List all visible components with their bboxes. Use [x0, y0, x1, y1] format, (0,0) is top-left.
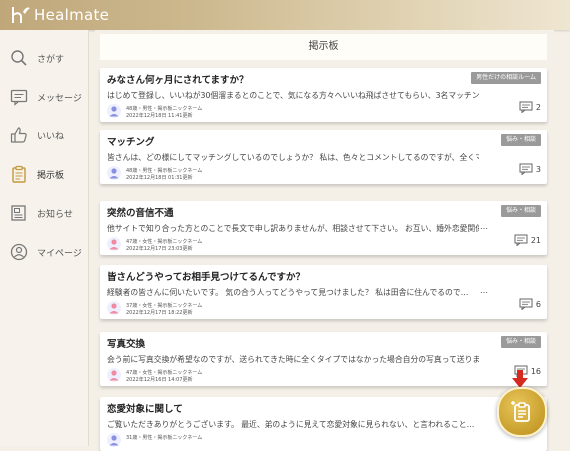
arrow-down-icon [512, 370, 528, 388]
post-title[interactable]: 突然の音信不通 [107, 205, 174, 219]
post-card[interactable]: 皆さんどうやってお相手見つけてるんですか？ 経験者の皆さんに伺いたいです。 気の合… [100, 265, 547, 319]
post-updated-at: 2022年12月16日 14:07更新 [126, 377, 193, 383]
post-updated-at: 2022年12月18日 01:31更新 [126, 175, 193, 181]
sidebar: さがす メッセージ いいね 掲示板 お知らせ マイページ [0, 30, 89, 446]
avatar-icon [107, 301, 121, 315]
post-title[interactable]: マッチング [107, 134, 155, 148]
post-updated-at: 2022年12月17日 23:03更新 [126, 246, 193, 252]
comment-icon [519, 298, 533, 310]
board-icon [12, 165, 26, 183]
post-title[interactable]: みなさん何ヶ月にされてますか？ [107, 72, 249, 86]
sidebar-item-mypage[interactable]: マイページ [10, 241, 88, 263]
new-post-icon [511, 401, 530, 422]
post-excerpt: はじめて登録し、いいねが30個溜まるとのことで、気になる方々へいいね飛ばさせても… [107, 91, 479, 100]
category-badge: 悩み・相談 [500, 205, 541, 217]
post-author: 31歳・男性・掲示板ニックネーム [126, 435, 203, 441]
post-author: 47歳・女性・掲示板ニックネーム [126, 370, 203, 376]
post-card[interactable]: みなさん何ヶ月にされてますか？ 男性だけの相談ルームはじめて登録し、いいねが30個… [100, 68, 547, 122]
new-post-button[interactable] [497, 387, 547, 437]
post-updated-at: 2022年12月18日 11:41更新 [126, 113, 193, 119]
main-content: 掲示板 みなさん何ヶ月にされてますか？ 男性だけの相談ルームはじめて登録し、いいね… [95, 30, 554, 451]
sidebar-item-label: 掲示板 [37, 170, 65, 181]
post-title[interactable]: 写真交換 [107, 336, 145, 350]
sidebar-item-label: お知らせ [37, 209, 73, 220]
category-badge: 悩み・相談 [500, 134, 541, 146]
logo-text: Healmate [34, 6, 110, 24]
sidebar-item-label: さがす [37, 54, 65, 65]
post-updated-at: 2022年12月17日 18:22更新 [126, 310, 193, 316]
post-author: 37歳・女性・掲示板ニックネーム [126, 303, 203, 309]
excerpt-ellipsis: … [480, 286, 488, 295]
post-title[interactable]: 恋愛対象に関して [107, 401, 183, 415]
comment-count: 6 [519, 298, 541, 310]
avatar-icon [107, 104, 121, 118]
post-excerpt: 会う前に写真交換が希望なのですが、送られてきた時に全くタイプではなかった場合自分… [107, 355, 479, 364]
comment-count-value: 21 [530, 235, 541, 245]
sidebar-item-label: いいね [37, 131, 65, 142]
post-excerpt: 皆さんは、どの様にしてマッチングしているのでしょうか？ 私は、色々とコメントして… [107, 153, 479, 162]
sidebar-item-label: メッセージ [37, 93, 82, 104]
comment-icon [519, 101, 533, 113]
thumbs-up-icon [10, 127, 27, 143]
post-author: 48歳・男性・掲示板ニックネーム [126, 168, 203, 174]
post-card[interactable]: マッチング 悩み・相談皆さんは、どの様にしてマッチングしているのでしょうか？ 私は… [100, 130, 547, 184]
post-author: 47歳・女性・掲示板ニックネーム [126, 239, 203, 245]
avatar-icon [107, 237, 121, 251]
post-card[interactable]: 写真交換 悩み・相談会う前に写真交換が希望なのですが、送られてきた時に全くタイプで… [100, 332, 547, 386]
user-icon [10, 243, 28, 261]
comment-count-value: 6 [535, 299, 541, 309]
comment-count-value: 3 [535, 164, 541, 174]
comment-count-value: 2 [535, 102, 541, 112]
post-excerpt: 経験者の皆さんに伺いたいです。 気の合う人ってどうやって見つけました？ 私は田舎… [107, 288, 469, 297]
title-panel: 掲示板 [100, 34, 547, 60]
avatar-icon [107, 433, 121, 447]
logo-icon [12, 7, 30, 23]
page-title: 掲示板 [308, 41, 339, 52]
newspaper-icon [11, 205, 26, 221]
avatar-icon [107, 368, 121, 382]
post-card[interactable]: 恋愛対象に関してご覧いただきありがとうございます。 最近、弟のように見えて恋愛対… [100, 397, 547, 451]
comment-icon [514, 234, 528, 246]
avatar-icon [107, 166, 121, 180]
sidebar-item-message[interactable]: メッセージ [10, 86, 88, 108]
post-card[interactable]: 突然の音信不通 悩み・相談他サイトで知り合った方とのことで長文で申し訳ありませんが… [100, 201, 547, 255]
post-excerpt: 他サイトで知り合った方とのことで長文で申し訳ありませんが、相談させて下さい。 お… [107, 224, 479, 233]
comment-count: 21 [514, 234, 541, 246]
sidebar-item-news[interactable]: お知らせ [10, 202, 88, 224]
comment-icon [519, 163, 533, 175]
comment-count: 2 [519, 101, 541, 113]
sidebar-item-board[interactable]: 掲示板 [10, 163, 88, 185]
sidebar-item-label: マイページ [37, 248, 82, 259]
excerpt-ellipsis: … [480, 222, 488, 231]
category-badge: 男性だけの相談ルーム [471, 72, 541, 84]
search-icon [11, 50, 27, 66]
sidebar-item-search[interactable]: さがす [10, 47, 88, 69]
post-excerpt: ご覧いただきありがとうございます。 最近、弟のように見えて恋愛対象に見られない、… [107, 420, 475, 429]
message-icon [10, 89, 28, 106]
logo[interactable]: Healmate [10, 3, 109, 27]
comment-count-value: 16 [530, 366, 541, 376]
category-badge: 悩み・相談 [500, 336, 541, 348]
post-title[interactable]: 皆さんどうやってお相手見つけてるんですか？ [107, 269, 305, 283]
top-bar: Healmate [0, 0, 570, 30]
sidebar-item-like[interactable]: いいね [10, 124, 88, 146]
comment-count: 3 [519, 163, 541, 175]
post-author: 48歳・男性・掲示板ニックネーム [126, 106, 203, 112]
